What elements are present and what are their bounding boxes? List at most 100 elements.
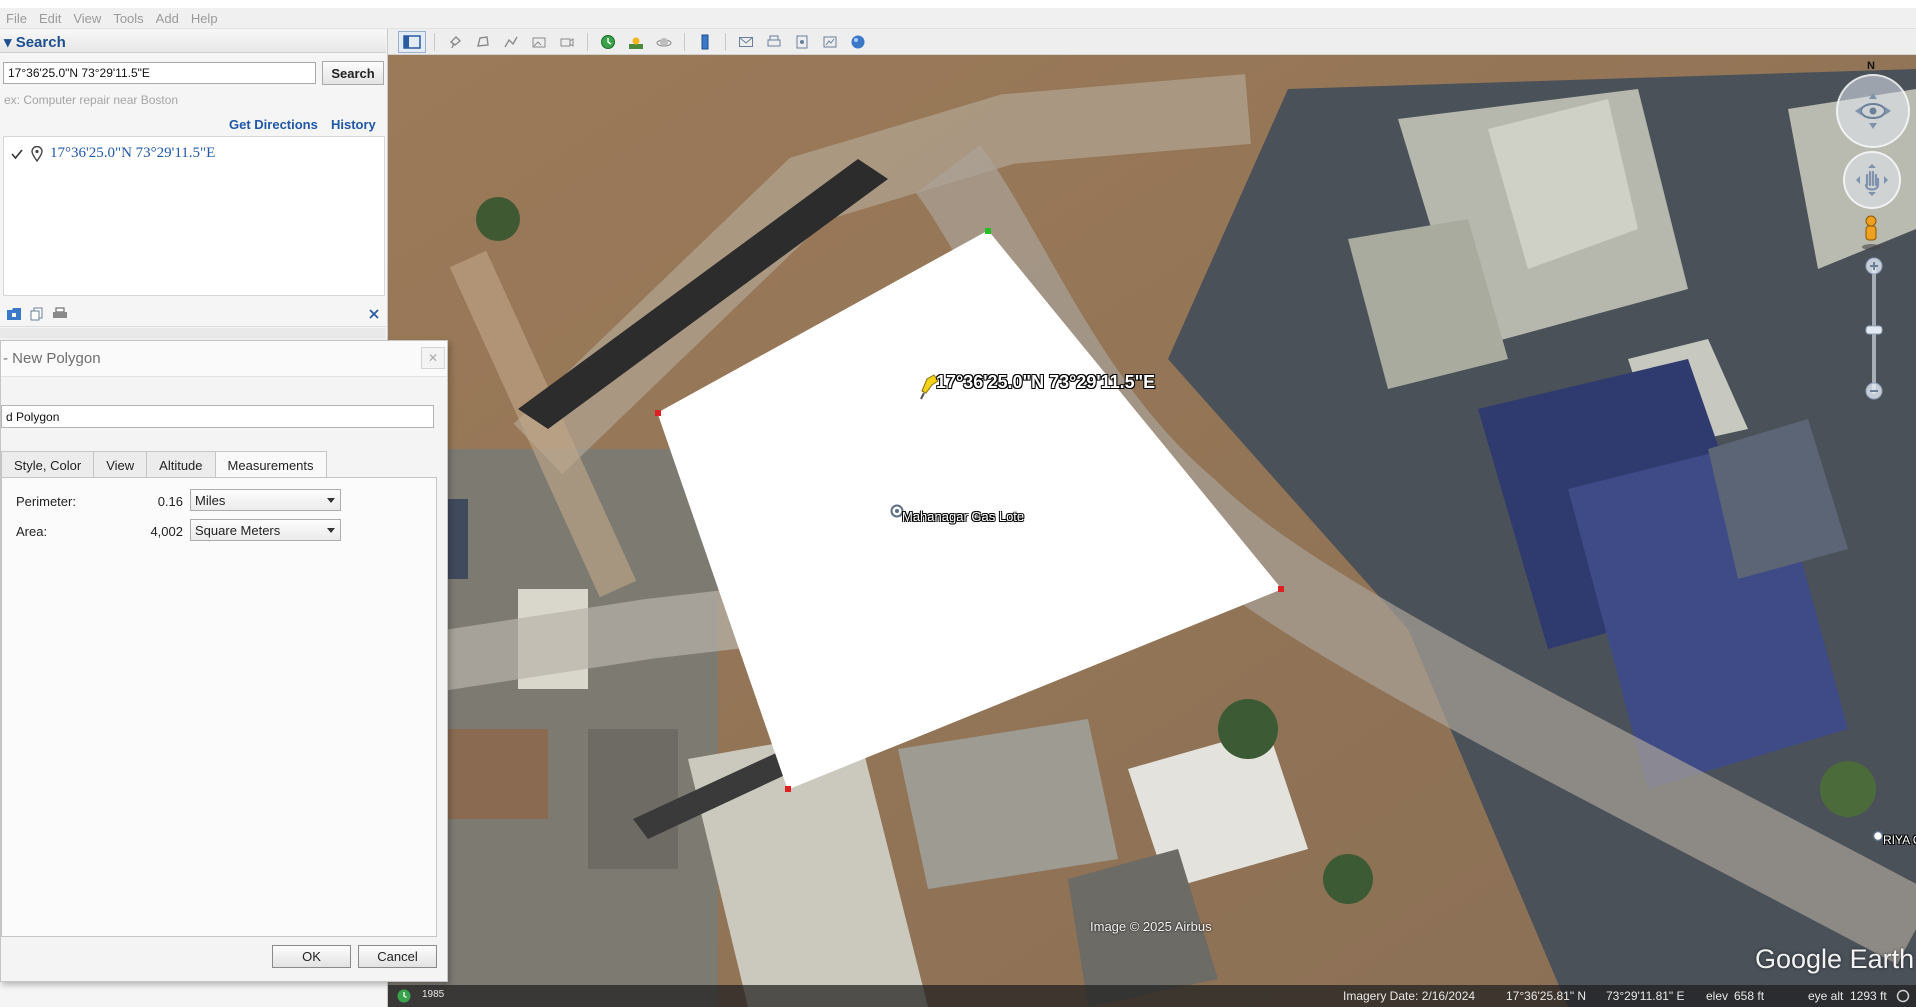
tab-view[interactable]: View <box>93 451 148 478</box>
zoom-out-icon[interactable] <box>1864 381 1884 401</box>
map-status-bar: 1985 Imagery Date: 2/16/2024 17°36'25.81… <box>388 985 1916 1007</box>
save-image-icon <box>796 35 808 48</box>
print-icon[interactable] <box>52 307 68 321</box>
menu-tools[interactable]: Tools <box>113 11 143 26</box>
longitude-readout: 73°29'11.81" E <box>1606 989 1685 1003</box>
ok-button[interactable]: OK <box>272 945 351 968</box>
historical-imagery-clock-icon[interactable] <box>396 988 412 1004</box>
add-path-button[interactable] <box>499 31 523 53</box>
dialog-tabs: Style, Color View Altitude Measurements <box>1 451 327 479</box>
cancel-button[interactable]: Cancel <box>358 945 437 968</box>
image-overlay-icon <box>532 37 546 47</box>
measurements-panel: Perimeter: 0.16 Miles Area: 4,002 Square… <box>1 477 437 937</box>
search-result-label[interactable]: 17°36'25.0"N 73°29'11.5"E <box>50 145 215 162</box>
toolbar-separator <box>725 32 726 51</box>
menu-help[interactable]: Help <box>191 11 218 26</box>
search-panel-header[interactable]: ▾ Search <box>0 31 386 53</box>
checkmark-icon[interactable] <box>10 147 24 161</box>
drawn-polygon[interactable] <box>388 29 1916 1007</box>
area-unit-value: Square Meters <box>195 522 281 538</box>
perimeter-unit-select[interactable]: Miles <box>190 489 341 511</box>
ruler-icon <box>701 34 709 49</box>
new-polygon-dialog: - New Polygon ✕ Style, Color View Altitu… <box>0 340 448 982</box>
polygon-icon <box>477 35 489 47</box>
menu-view[interactable]: View <box>73 11 101 26</box>
imagery-date: Imagery Date: 2/16/2024 <box>1343 989 1476 1003</box>
clear-search-icon[interactable] <box>368 308 380 320</box>
search-result-item[interactable]: 17°36'25.0"N 73°29'11.5"E <box>10 145 215 162</box>
street-view-pegman-icon[interactable] <box>1860 215 1882 251</box>
planet-icon <box>656 37 672 46</box>
tab-style-color[interactable]: Style, Color <box>1 451 95 478</box>
copy-icon[interactable] <box>30 307 44 321</box>
poi-label-edge[interactable]: RIYA C <box>1883 833 1916 847</box>
polygon-vertex-start[interactable] <box>985 228 991 234</box>
area-value: 4,002 <box>150 524 183 539</box>
zoom-in-icon[interactable] <box>1864 256 1884 276</box>
get-directions-link[interactable]: Get Directions <box>229 117 318 132</box>
pushpin-icon <box>449 35 462 48</box>
menu-file[interactable]: File <box>6 11 27 26</box>
hand-icon <box>1856 164 1888 196</box>
view-in-maps-button[interactable] <box>818 31 842 53</box>
places-panel-header[interactable] <box>0 328 386 338</box>
history-link[interactable]: History <box>331 117 376 132</box>
poi-label[interactable]: Mahanagar Gas Lote <box>902 509 1024 524</box>
sunlight-button[interactable] <box>624 31 648 53</box>
menu-edit[interactable]: Edit <box>39 11 61 26</box>
record-tour-button[interactable] <box>555 31 579 53</box>
eye-altitude-value: 1293 ft <box>1850 989 1887 1003</box>
planets-button[interactable] <box>652 31 676 53</box>
polygon-name-field[interactable] <box>1 405 434 428</box>
toolbar-separator <box>434 32 435 51</box>
dialog-title[interactable]: - New Polygon <box>1 341 447 377</box>
area-label: Area: <box>16 524 48 539</box>
compass-north-label: N <box>1867 60 1875 72</box>
historical-imagery-button[interactable] <box>596 31 620 53</box>
placemark-label[interactable]: 17°36'25.0"N 73°29'11.5"E <box>936 372 1155 393</box>
window-top-strip <box>0 0 1916 8</box>
move-control[interactable] <box>1843 151 1901 209</box>
add-polygon-button[interactable] <box>471 31 495 53</box>
look-around-control[interactable] <box>1836 74 1910 148</box>
search-results-list: 17°36'25.0"N 73°29'11.5"E <box>3 136 385 296</box>
streaming-indicator-icon <box>1896 989 1910 1003</box>
elevation-value: 658 ft <box>1734 989 1765 1003</box>
dialog-close-button[interactable]: ✕ <box>421 347 445 369</box>
polygon-vertex[interactable] <box>1278 586 1284 592</box>
add-placemark-button[interactable] <box>443 31 467 53</box>
add-overlay-button[interactable] <box>527 31 551 53</box>
polygon-vertex[interactable] <box>785 786 791 792</box>
tab-altitude[interactable]: Altitude <box>146 451 216 478</box>
toolbar-separator <box>684 32 685 51</box>
imagery-attribution: Image © 2025 Airbus <box>1090 919 1212 934</box>
clock-globe-icon <box>601 34 615 49</box>
printer-icon <box>767 35 781 46</box>
map-view[interactable]: 17°36'25.0"N 73°29'11.5"E Mahanagar Gas … <box>388 29 1916 1007</box>
search-button[interactable]: Search <box>322 61 384 85</box>
ruler-button[interactable] <box>693 31 717 53</box>
path-icon <box>504 36 518 47</box>
search-hint: ex: Computer repair near Boston <box>4 93 179 107</box>
location-pin-icon <box>31 145 43 162</box>
eye-altitude-label: eye alt <box>1808 989 1844 1003</box>
history-year[interactable]: 1985 <box>422 989 444 1000</box>
email-button[interactable] <box>734 31 758 53</box>
toggle-sidebar-button[interactable] <box>398 30 426 53</box>
envelope-icon <box>739 36 753 47</box>
map-icon <box>823 36 837 47</box>
search-input[interactable] <box>3 62 316 84</box>
save-image-button[interactable] <box>790 31 814 53</box>
earth-button[interactable] <box>846 31 870 53</box>
area-unit-select[interactable]: Square Meters <box>190 519 341 541</box>
tab-measurements[interactable]: Measurements <box>214 451 327 479</box>
zoom-slider-thumb[interactable] <box>1864 324 1884 336</box>
save-to-places-icon[interactable] <box>6 307 22 321</box>
menu-bar: File Edit View Tools Add Help <box>0 8 1916 29</box>
polygon-vertex[interactable] <box>655 410 661 416</box>
elevation-label: elev <box>1706 989 1729 1003</box>
menu-add[interactable]: Add <box>156 11 179 26</box>
print-button[interactable] <box>762 31 786 53</box>
google-earth-watermark: Google Earth <box>1755 944 1915 974</box>
perimeter-value: 0.16 <box>157 494 183 509</box>
